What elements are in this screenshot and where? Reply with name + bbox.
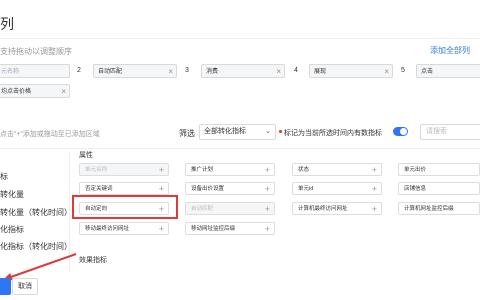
- attribute-item[interactable]: 自动匹配 +: [185, 202, 275, 215]
- chevron-down-icon: ⌄: [265, 128, 271, 135]
- add-icon: +: [264, 184, 270, 194]
- drag-order-hint: 支持拖动以调整顺序: [0, 47, 72, 56]
- attribute-item[interactable]: 否定关键词 +: [79, 182, 169, 195]
- remove-chip-icon[interactable]: ×: [168, 65, 173, 79]
- add-columns-hint: 点击“+”添加或拖动至已添加区域: [0, 131, 100, 138]
- add-icon: +: [158, 184, 164, 194]
- column-index-5: 5: [401, 67, 405, 74]
- column-chip-2[interactable]: 自动匹配 ×: [93, 64, 177, 78]
- add-icon: +: [371, 184, 377, 194]
- column-chip-label: 点击: [421, 69, 434, 75]
- attribute-item[interactable]: 移动网址监控后缀 +: [185, 222, 275, 235]
- column-chip-3[interactable]: 消费 ×: [201, 64, 285, 78]
- remove-chip-icon[interactable]: ×: [276, 65, 281, 79]
- filter-select[interactable]: 全部转化指标 ⌄: [199, 124, 276, 140]
- highlight-box: [72, 195, 178, 219]
- add-all-columns-link[interactable]: 添加全部列: [430, 45, 470, 56]
- attribute-item[interactable]: 计算机网址监控后缀: [398, 202, 480, 215]
- attributes-section-title: 属性: [79, 152, 93, 159]
- header-divider: [0, 38, 480, 39]
- attribute-item[interactable]: 单元名称 +: [79, 163, 169, 176]
- add-icon: +: [264, 204, 270, 214]
- confirm-button[interactable]: [0, 278, 11, 295]
- column-chip-label: 展现: [314, 69, 327, 75]
- flag-metrics-toggle[interactable]: [393, 127, 408, 136]
- add-icon: +: [158, 224, 164, 234]
- required-dot-icon: [279, 130, 282, 133]
- column-chip-6[interactable]: 均点击价格 ×: [0, 84, 70, 98]
- attribute-item[interactable]: 移动最终访问网址 +: [79, 222, 169, 235]
- attribute-item[interactable]: 单元id +: [292, 182, 382, 195]
- category-item-2[interactable]: 转化量: [0, 189, 24, 200]
- attribute-item[interactable]: 状态 +: [292, 163, 382, 176]
- flag-metrics-label: 标记为当前所选时间内有数指标: [284, 130, 382, 137]
- column-index-2: 2: [77, 67, 81, 74]
- toolbar-divider: [0, 148, 480, 149]
- add-icon: +: [371, 165, 377, 175]
- add-icon: +: [264, 224, 270, 234]
- filter-label: 筛选: [179, 129, 195, 138]
- panel-title: 列: [0, 16, 14, 32]
- attribute-item[interactable]: 店铺信息: [398, 182, 480, 195]
- column-chip-label: 均点击价格: [1, 89, 32, 95]
- column-index-3: 3: [185, 67, 189, 74]
- category-item-3[interactable]: 转化量（转化时间）: [0, 207, 72, 218]
- remove-chip-icon[interactable]: ×: [384, 65, 389, 79]
- column-chip-label: 自动匹配: [98, 69, 123, 75]
- remove-chip-icon[interactable]: ×: [61, 85, 66, 99]
- column-chip-1[interactable]: 元名称: [0, 64, 70, 78]
- add-icon: +: [158, 165, 164, 175]
- column-chip-4[interactable]: 展现 ×: [309, 64, 393, 78]
- column-chip-5[interactable]: 点击: [416, 64, 480, 78]
- attribute-item[interactable]: 推广计划 +: [185, 163, 275, 176]
- attribute-item[interactable]: 单元出价: [398, 163, 480, 176]
- category-item-4[interactable]: 化指标: [0, 224, 24, 235]
- effect-section-title: 效果指标: [79, 257, 107, 264]
- add-icon: +: [371, 204, 377, 214]
- column-chip-label: 元名称: [1, 69, 20, 75]
- attribute-item[interactable]: 设备出价设置 +: [185, 182, 275, 195]
- category-item-1[interactable]: 标: [0, 171, 8, 182]
- category-item-5[interactable]: 化指标（转化时间）: [0, 241, 72, 252]
- add-icon: +: [264, 165, 270, 175]
- column-index-4: 4: [294, 67, 298, 74]
- cancel-button[interactable]: 取消: [12, 278, 38, 295]
- column-chip-label: 消费: [206, 69, 219, 75]
- filter-select-value: 全部转化指标: [204, 128, 246, 135]
- search-input[interactable]: 请搜索: [420, 124, 480, 140]
- attribute-item[interactable]: 计算机最终访问网址 +: [292, 202, 382, 215]
